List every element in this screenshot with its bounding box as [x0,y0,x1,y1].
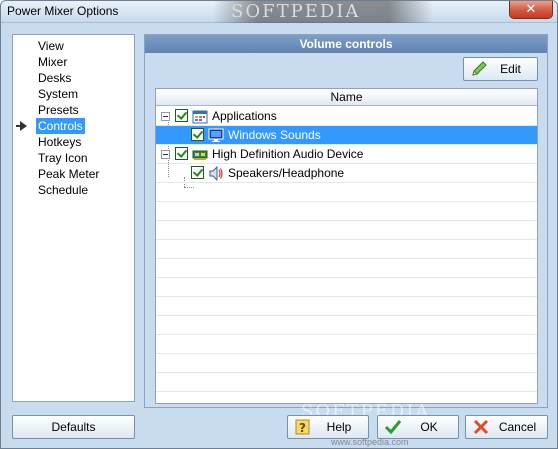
empty-row [156,240,537,259]
empty-row [156,202,537,221]
nav-item-controls[interactable]: Controls [13,118,134,134]
options-category-list: View Mixer Desks System Presets Controls… [12,34,135,402]
tree-row[interactable]: High Definition Audio Device [156,145,537,164]
empty-row [156,221,537,240]
empty-row [156,335,537,354]
collapse-toggle-icon[interactable] [161,150,170,159]
empty-row [156,259,537,278]
nav-item-label: Presets [38,103,79,117]
nav-item-presets[interactable]: Presets [13,102,134,118]
checkmark-icon [384,420,402,435]
empty-row [156,183,537,202]
nav-item-label: Desks [38,71,72,85]
collapse-toggle-icon[interactable] [161,112,170,121]
empty-row [156,278,537,297]
pencil-icon [472,61,487,76]
selection-arrow-icon [16,121,27,131]
nav-item-tray-icon[interactable]: Tray Icon [13,150,134,166]
nav-item-system[interactable]: System [13,86,134,102]
tree-row[interactable]: Windows Sounds [156,126,537,145]
options-window: Power Mixer Options SOFTPEDIA ✕ View Mix… [0,0,558,449]
nav-item-label: Peak Meter [38,167,100,181]
ok-button[interactable]: OK [377,415,459,439]
softpedia-watermark: SOFTPEDIA [213,1,433,23]
monitor-icon [208,128,224,142]
nav-item-label: Schedule [38,183,89,197]
empty-row [156,373,537,392]
window-title: Power Mixer Options [7,4,119,18]
volume-controls-tree[interactable]: Name Applications Windows Sounds High De… [155,88,538,404]
empty-row [156,316,537,335]
checkbox[interactable] [175,147,188,160]
nav-item-label: Hotkeys [38,135,82,149]
applications-icon [192,110,208,124]
tree-row[interactable]: Applications [156,107,537,126]
nav-item-label: View [38,39,64,53]
softpedia-url-watermark: www.softpedia.com [331,437,409,447]
tree-row-label: Applications [212,109,277,123]
close-button[interactable]: ✕ [509,1,553,19]
nav-item-view[interactable]: View [13,38,134,54]
sound-card-icon [192,150,208,160]
tree-row[interactable]: Speakers/Headphone [156,164,537,183]
nav-item-hotkeys[interactable]: Hotkeys [13,134,134,150]
svg-text:?: ? [299,421,306,435]
nav-item-label: Tray Icon [38,151,88,165]
checkbox[interactable] [191,166,204,179]
nav-item-label: System [38,87,79,101]
checkbox[interactable] [191,128,204,141]
defaults-button[interactable]: Defaults [12,415,135,439]
volume-controls-panel: Volume controls Edit Name Applications W… [144,34,548,408]
nav-item-label: Mixer [38,55,68,69]
title-bar[interactable]: Power Mixer Options SOFTPEDIA ✕ [1,1,557,23]
panel-title: Volume controls [145,35,547,53]
tree-row-label: Speakers/Headphone [228,166,345,180]
empty-row [156,297,537,316]
nav-item-schedule[interactable]: Schedule [13,182,134,198]
name-column-header[interactable]: Name [156,89,537,106]
cancel-x-icon [473,419,489,435]
help-button[interactable]: ? Help [287,415,369,439]
ok-button-label: OK [420,420,438,434]
cancel-button[interactable]: Cancel [465,415,548,439]
checkbox[interactable] [175,109,188,122]
tree-row-label: High Definition Audio Device [212,147,364,161]
empty-row [156,354,537,373]
help-icon: ? [295,419,310,435]
nav-item-peak-meter[interactable]: Peak Meter [13,166,134,182]
nav-item-mixer[interactable]: Mixer [13,54,134,70]
speaker-icon [209,166,223,181]
defaults-button-label: Defaults [51,420,96,434]
nav-item-label: Controls [36,118,85,134]
tree-row-label: Windows Sounds [228,128,321,142]
nav-item-desks[interactable]: Desks [13,70,134,86]
edit-button[interactable]: Edit [463,57,538,81]
